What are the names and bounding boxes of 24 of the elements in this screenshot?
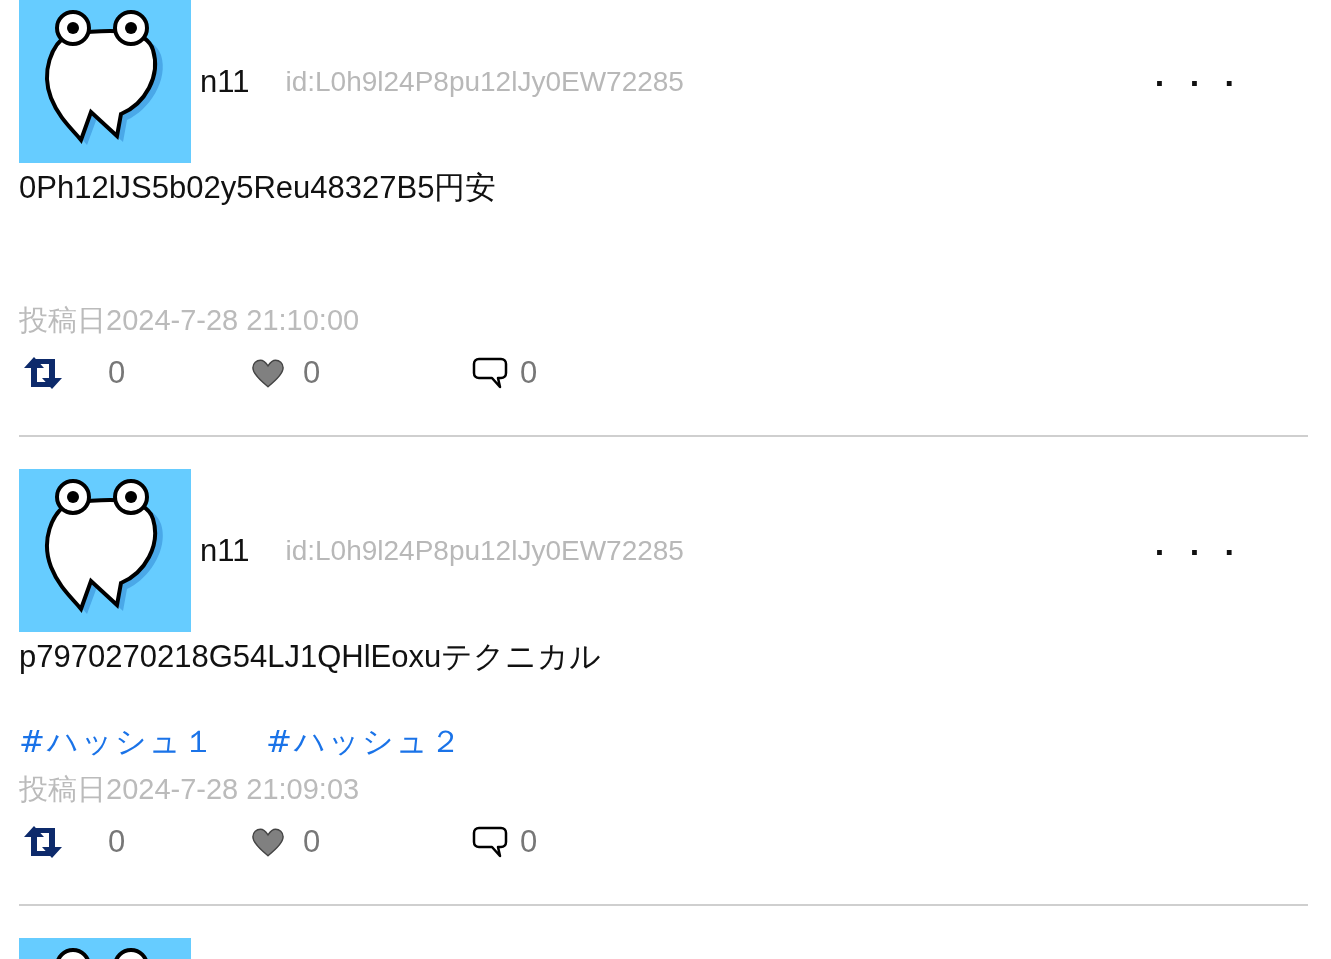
repost-icon[interactable] <box>23 825 63 859</box>
more-menu-button[interactable]: . . . <box>1150 524 1246 577</box>
post-date: 投稿日2024-7-28 21:09:03 <box>19 772 361 807</box>
hashtag-link[interactable]: #ハッシュ２ <box>266 718 463 764</box>
post-text: 0Ph12lJS5b02y5Reu48327B5円安 <box>19 169 498 207</box>
repost-icon[interactable] <box>23 356 63 390</box>
hashtag-link[interactable]: #ハッシュ１ <box>19 718 216 764</box>
user-id: id:L0h9l24P8pu12lJy0EW72285 <box>285 65 684 98</box>
comment-count: 0 <box>520 824 538 860</box>
post-date: 投稿日2024-7-28 21:10:00 <box>19 303 361 338</box>
repost-count: 0 <box>108 355 126 391</box>
speech-bubble-icon[interactable] <box>472 357 508 389</box>
post-text: p7970270218G54LJ1QHlEoxuテクニカル <box>19 638 603 676</box>
more-menu-button[interactable]: . . . <box>1150 55 1246 108</box>
comment-count: 0 <box>520 355 538 391</box>
heart-icon[interactable] <box>251 357 285 389</box>
user-name: n11 <box>200 63 250 100</box>
user-name: n11 <box>200 532 250 569</box>
heart-icon[interactable] <box>251 826 285 858</box>
repost-count: 0 <box>108 824 126 860</box>
speech-bubble-icon[interactable] <box>472 826 508 858</box>
like-count: 0 <box>303 824 321 860</box>
like-count: 0 <box>303 355 321 391</box>
user-id: id:L0h9l24P8pu12lJy0EW72285 <box>285 534 684 567</box>
